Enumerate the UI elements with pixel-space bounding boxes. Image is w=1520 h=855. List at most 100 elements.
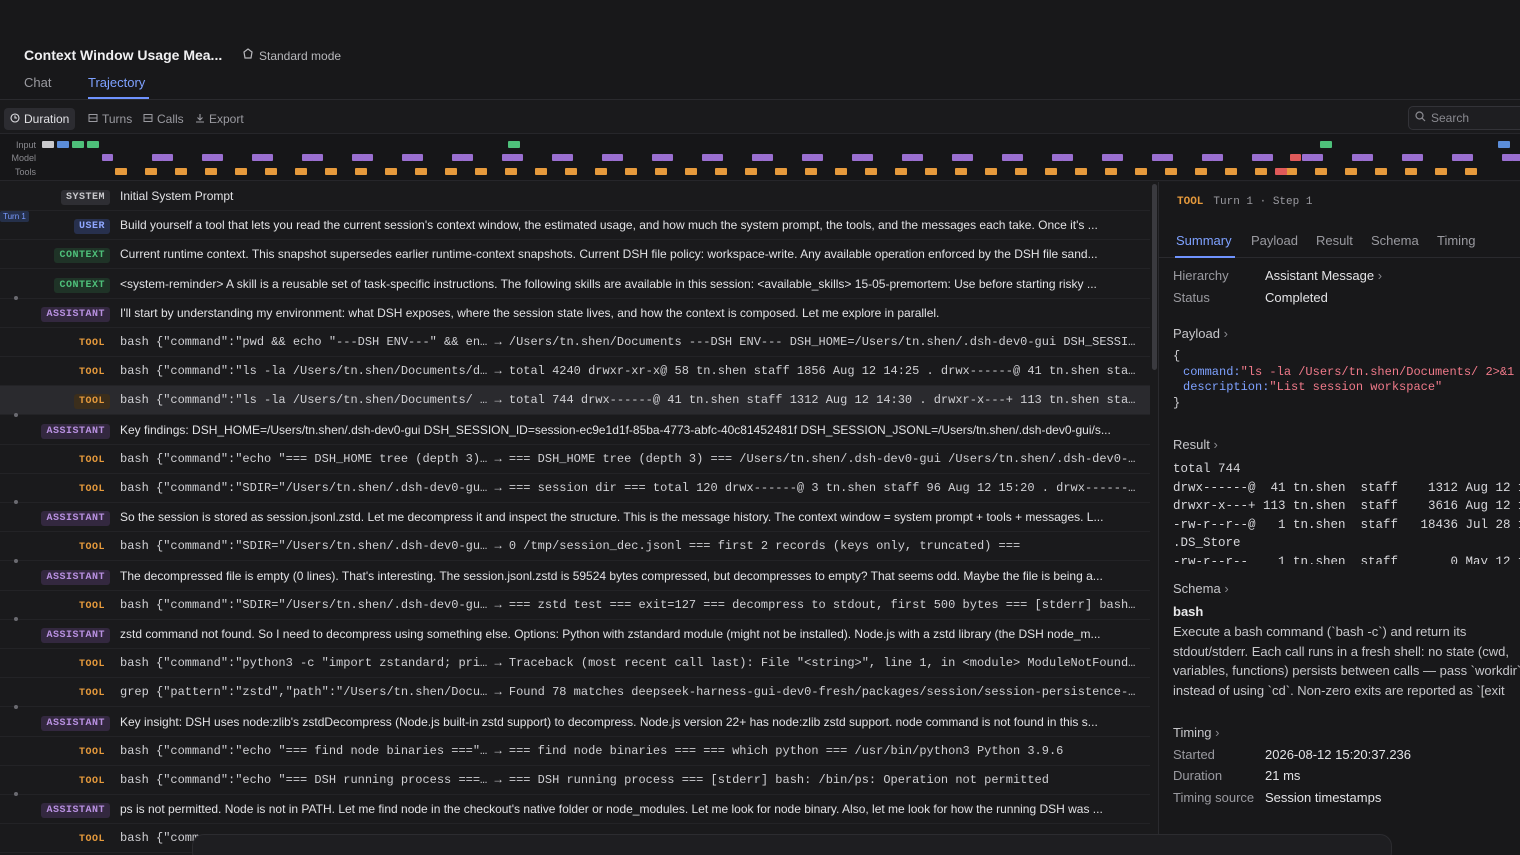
mode-selector[interactable]: Standard mode [242, 48, 341, 63]
trajectory-row[interactable]: TOOL bash {"command":"SDIR="/Users/tn.she… [0, 532, 1150, 562]
list-icon [88, 112, 98, 126]
chevron-right-icon: › [1215, 725, 1220, 740]
mode-label: Standard mode [259, 48, 342, 63]
timeline-mark [1212, 154, 1223, 161]
timeline-mark [1165, 168, 1177, 175]
row-badge-wrap: TOOL [73, 392, 110, 410]
search-placeholder: Search [1431, 111, 1470, 125]
timeline-mark [702, 154, 713, 161]
hierarchy-value: Assistant Message [1265, 268, 1375, 283]
tab-summary[interactable]: Summary [1176, 233, 1232, 248]
trajectory-row[interactable]: TOOL bash {"command":"ls -la /Users/tn.sh… [0, 357, 1150, 387]
trajectory-row[interactable]: TOOL bash {"command":"SDIR="/Users/tn.she… [0, 474, 1150, 503]
timeline-mark [1352, 154, 1363, 161]
timeline-mark [685, 168, 697, 175]
result-section-header[interactable]: Result › [1173, 437, 1218, 452]
schema-section-header[interactable]: Schema › [1173, 581, 1229, 596]
trajectory-row[interactable]: ASSISTANT ps is not permitted. Node is no… [0, 795, 1150, 825]
row-text: bash {"command":"echo "=== find node bin… [120, 743, 1064, 758]
timeline-mark [1302, 154, 1313, 161]
trajectory-row[interactable]: SYSTEM Initial System Prompt [0, 182, 1150, 211]
row-badge-wrap: TOOL [74, 830, 110, 845]
detail-tab-indicator [1175, 256, 1235, 258]
timeline-mark [1362, 154, 1373, 161]
row-badge-wrap: SYSTEM [60, 188, 110, 205]
row-badge-wrap: TOOL [74, 363, 110, 378]
tab-trajectory[interactable]: Trajectory [88, 75, 145, 90]
chevron-right-icon: › [1223, 326, 1228, 341]
trajectory-row[interactable]: ASSISTANT Key insight: DSH uses node:zlib… [0, 708, 1150, 737]
timeline-mark [985, 168, 997, 175]
row-text: bash {"command":"echo "=== DSH_HOME tree… [120, 451, 1142, 466]
trajectory-row[interactable]: CONTEXT <system-reminder> A skill is a re… [0, 270, 1150, 299]
row-text: bash {"command":"pwd && echo "---DSH ENV… [120, 335, 1142, 349]
row-badge-wrap: TOOL [74, 451, 110, 466]
row-text: Initial System Prompt [120, 189, 234, 203]
search-input[interactable]: Search [1408, 106, 1520, 130]
trajectory-row[interactable]: TOOL bash {"command":"echo "=== DSH runni… [0, 766, 1150, 795]
trajectory-row[interactable]: TOOL grep {"pattern":"zstd","path":"/User… [0, 678, 1150, 708]
row-badge-wrap: TOOL [74, 480, 110, 495]
active-tab-indicator [88, 97, 149, 99]
timeline-mark [1315, 168, 1327, 175]
timeline-mark [102, 154, 113, 161]
timeline-mark [852, 154, 863, 161]
trajectory-row[interactable]: ASSISTANT So the session is stored as ses… [0, 503, 1150, 533]
trajectory-row[interactable]: ASSISTANT The decompressed file is empty … [0, 562, 1150, 591]
calls-label: Calls [157, 112, 184, 126]
timing-section-header[interactable]: Timing › [1173, 725, 1220, 740]
calls-button[interactable]: Calls [137, 108, 190, 130]
timeline-mark [295, 168, 307, 175]
status-label: Status [1173, 290, 1210, 305]
scrollbar[interactable] [1152, 184, 1157, 370]
trajectory-row[interactable]: TOOL bash {"command":"SDIR="/Users/tn.she… [0, 591, 1150, 620]
tab-chat[interactable]: Chat [24, 75, 51, 90]
timeline-mark [1045, 168, 1057, 175]
row-text: ps is not permitted. Node is not in PATH… [120, 802, 1103, 817]
timeline-mark [865, 168, 877, 175]
row-kind-badge: TOOL [78, 659, 105, 671]
timeline-strip[interactable]: Input Model Tools [0, 133, 1520, 181]
timeline-mark [752, 154, 763, 161]
timeline-mark [655, 168, 667, 175]
trajectory-row[interactable]: ASSISTANT zstd command not found. So I ne… [0, 620, 1150, 649]
app-header: Context Window Usage Mea... Standard mod… [0, 0, 1520, 100]
tab-timing[interactable]: Timing [1437, 233, 1476, 248]
timeline-mark [652, 154, 663, 161]
timeline-mark [235, 168, 247, 175]
export-button[interactable]: Export [189, 108, 250, 130]
trajectory-row[interactable]: TOOL bash {"command":"ls -la /Users/tn.sh… [0, 386, 1150, 416]
trajectory-row[interactable]: CONTEXT Current runtime context. This sna… [0, 240, 1150, 270]
trajectory-row[interactable]: ASSISTANT Key findings: DSH_HOME=/Users/t… [0, 416, 1150, 445]
timeline-mark [175, 168, 187, 175]
trajectory-row[interactable]: TOOL bash {"command":"python3 -c "import … [0, 649, 1150, 679]
tab-result[interactable]: Result [1316, 233, 1353, 248]
row-kind-badge: ASSISTANT [41, 715, 110, 731]
turns-button[interactable]: Turns [82, 108, 138, 130]
trajectory-row[interactable]: TOOL bash {"command":"echo "=== DSH_HOME … [0, 445, 1150, 474]
hierarchy-link[interactable]: Assistant Message › [1265, 268, 1382, 283]
timeline-mark [1452, 154, 1463, 161]
row-text: So the session is stored as session.json… [120, 510, 1104, 525]
trajectory-row[interactable]: TOOL bash {"command":"pwd && echo "---DSH… [0, 328, 1150, 357]
row-badge-wrap: TOOL [74, 597, 110, 612]
timeline-mark [562, 154, 573, 161]
row-kind-badge: TOOL [78, 367, 105, 379]
tab-payload[interactable]: Payload [1251, 233, 1298, 248]
timeline-mark [385, 168, 397, 175]
timeline-mark [1075, 168, 1087, 175]
row-kind-badge: TOOL [78, 454, 105, 466]
timeline-mark [505, 168, 517, 175]
trajectory-row[interactable]: TOOL bash {"command":"echo "=== find node… [0, 737, 1150, 766]
trajectory-row[interactable]: USER Build yourself a tool that lets you … [0, 211, 1150, 241]
schema-name: bash [1173, 604, 1204, 619]
timeline-mark [1465, 168, 1477, 175]
tab-schema[interactable]: Schema [1371, 233, 1419, 248]
trajectory-row[interactable]: ASSISTANT I'll start by understanding my … [0, 299, 1150, 328]
duration-button[interactable]: Duration [4, 108, 76, 130]
row-text: Build yourself a tool that lets you read… [120, 218, 1098, 233]
payload-section-header[interactable]: Payload › [1173, 326, 1228, 341]
composer-bar[interactable] [192, 834, 1392, 855]
row-kind-badge: ASSISTANT [41, 628, 110, 643]
timeline-mark [202, 154, 213, 161]
